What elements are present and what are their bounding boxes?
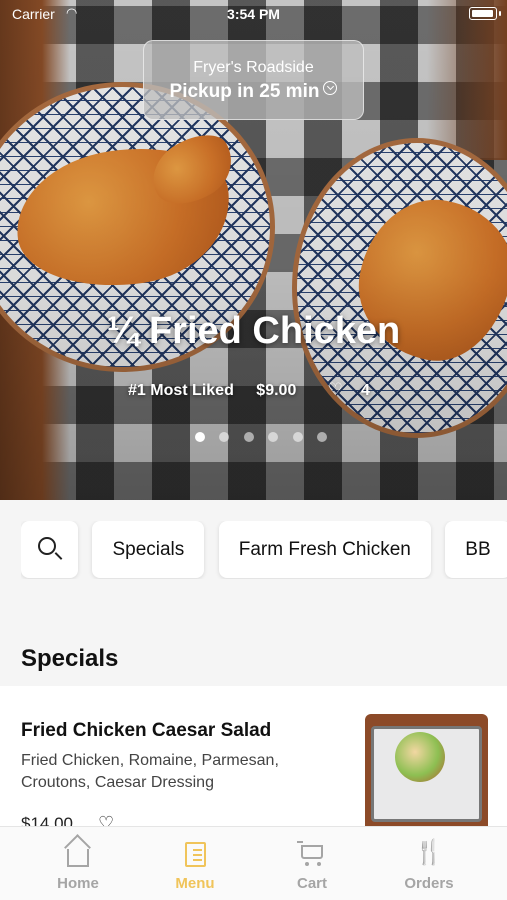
carousel-dot[interactable] [219,432,230,442]
store-name: Fryer's Roadside [193,59,314,76]
home-icon [28,839,128,869]
battery-icon [469,7,501,20]
tab-bar: Home Menu Cart 🍴 Orders [0,826,507,900]
item-image [365,714,488,826]
category-chip-bb[interactable]: BB [445,521,507,578]
tab-label: Cart [296,875,327,892]
carousel-pager[interactable] [195,429,337,447]
cart-icon [262,839,362,869]
carousel-dot[interactable] [243,432,254,442]
heart-icon: ♡ [327,380,344,399]
fork-knife-icon: 🍴 [414,839,444,866]
pickup-eta-text: Pickup in 25 min [169,81,320,102]
hero-item-meta: #1 Most Liked $9.00 ♡ 4 [0,380,507,400]
search-icon [38,537,56,555]
chevron-down-icon [323,81,338,95]
popularity-badge: #1 Most Liked [128,382,234,399]
clock: 3:54 PM [227,6,280,22]
carousel-dot[interactable] [317,432,328,442]
carousel-dot[interactable] [195,432,205,442]
status-bar: Carrier ◠ 3:54 PM [0,0,507,28]
tab-orders[interactable]: 🍴 Orders [379,827,479,900]
item-image-salad [395,732,445,782]
tab-home[interactable]: Home [28,827,128,900]
menu-book-icon [145,839,245,869]
tab-cart[interactable]: Cart [262,827,362,900]
carousel-dot[interactable] [268,432,279,442]
menu-item-card[interactable]: Fried Chicken Caesar Salad Fried Chicken… [0,686,507,833]
pickup-eta: Pickup in 25 min [144,81,363,103]
search-button[interactable] [21,521,78,578]
hero-banner[interactable]: Carrier ◠ 3:54 PM Fryer's Roadside Picku… [0,0,507,500]
like-count: 4 [361,382,370,399]
carousel-dot[interactable] [292,432,303,442]
hero-price: $9.00 [256,382,297,399]
item-description: Fried Chicken, Romaine, Parmesan, Crouto… [21,752,279,791]
hero-like-button[interactable]: ♡ 4 [319,380,379,399]
hero-item-title: ¼ Fried Chicken [106,310,401,352]
tab-label: Menu [175,875,215,892]
section-title: Specials [21,645,119,672]
pickup-location-button[interactable]: Fryer's Roadside Pickup in 25 min [143,40,364,120]
category-chip-specials[interactable]: Specials [92,521,205,578]
tab-label: Home [57,875,99,892]
tab-menu[interactable]: Menu [145,827,245,900]
item-name: Fried Chicken Caesar Salad [21,720,272,741]
category-chip-farm-fresh-chicken[interactable]: Farm Fresh Chicken [218,521,431,578]
tab-label: Orders [404,875,454,892]
category-bar[interactable]: Specials Farm Fresh Chicken BB [21,521,507,579]
